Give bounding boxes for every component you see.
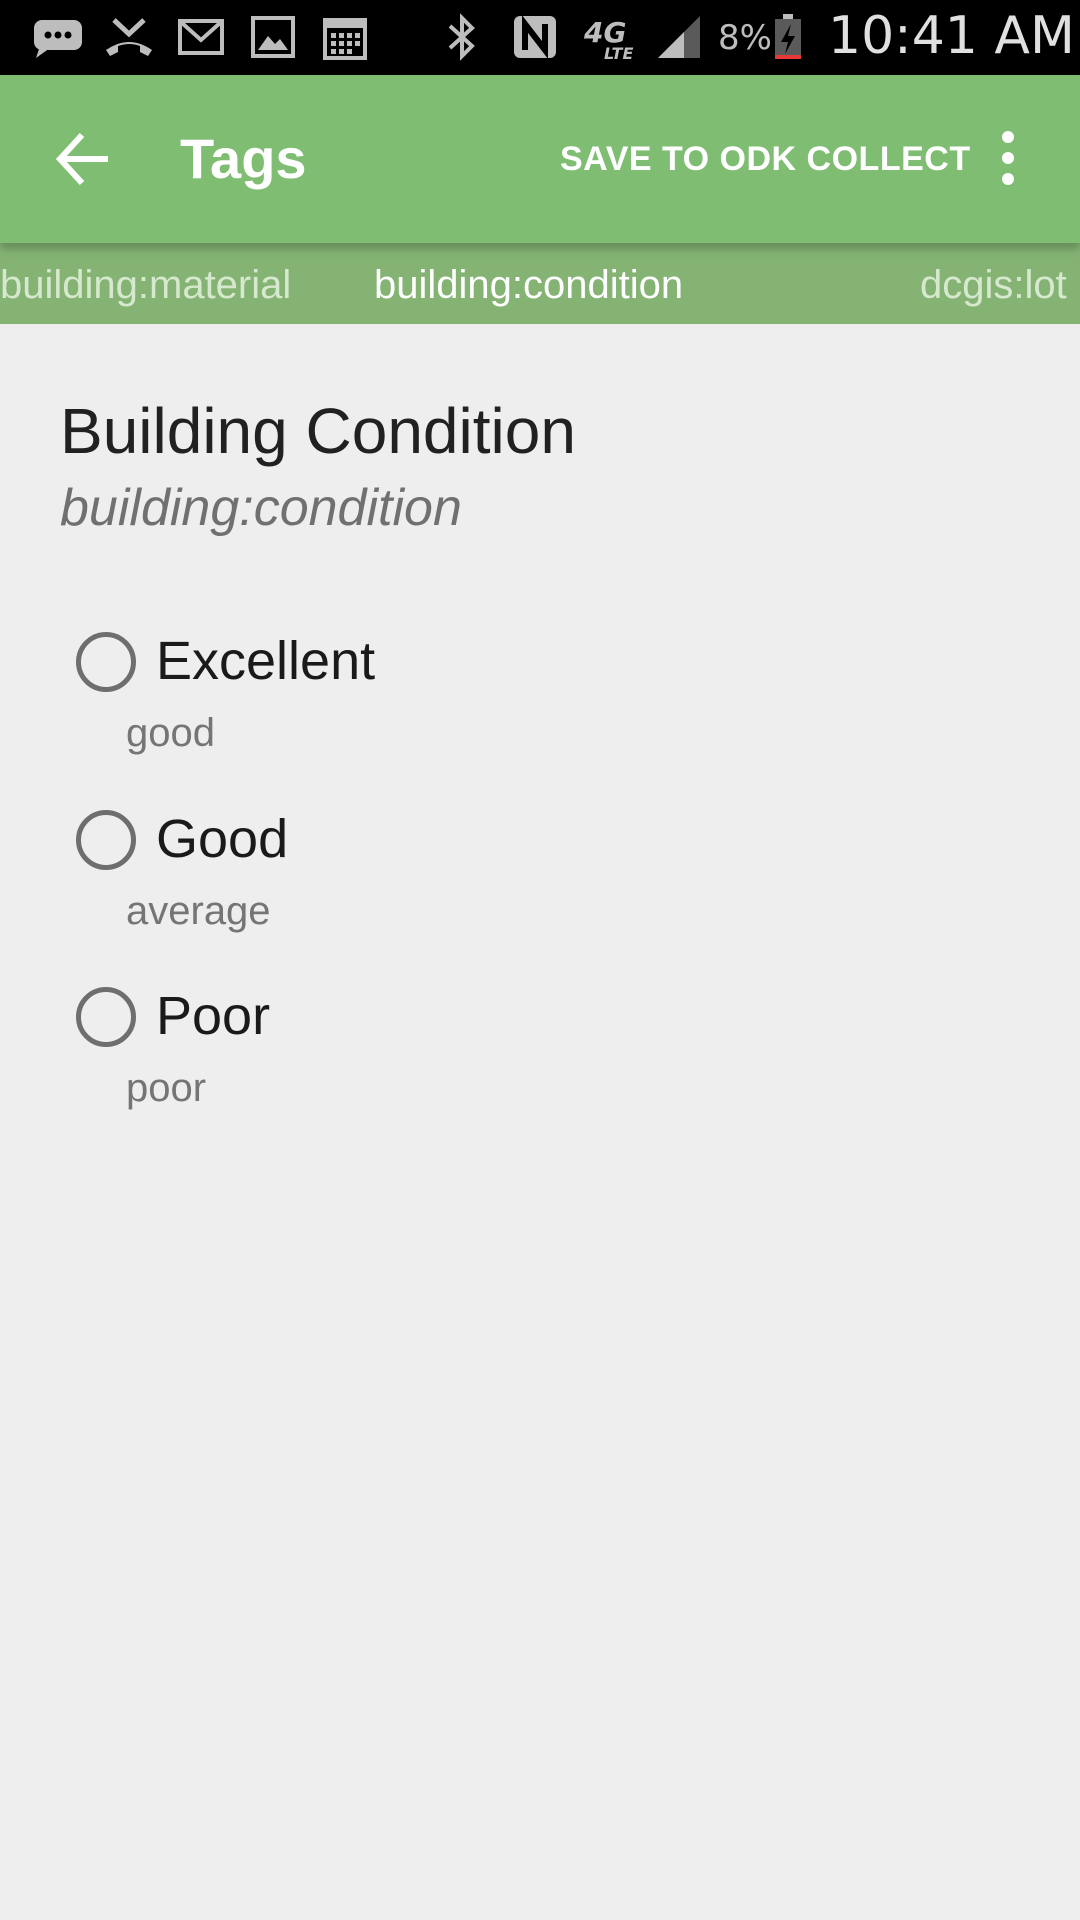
tab-building-condition[interactable]: building:condition: [374, 261, 683, 309]
option-value: good: [126, 711, 215, 755]
option-excellent[interactable]: Excellent good: [76, 626, 976, 796]
option-value: poor: [126, 1066, 207, 1110]
option-poor[interactable]: Poor poor: [76, 981, 976, 1151]
option-value: average: [126, 889, 271, 933]
calendar-icon: [323, 18, 367, 60]
radio-button[interactable]: [76, 632, 136, 692]
tab-dcgis-lot[interactable]: dcgis:lot: [920, 261, 1067, 309]
option-label: Good: [156, 809, 289, 869]
battery-charging-icon: [775, 14, 801, 59]
arrow-back-icon[interactable]: [42, 117, 126, 201]
status-bar: 4G LTE 8% 10:41 AM: [0, 0, 1080, 75]
signal-icon: [658, 16, 700, 58]
radio-button[interactable]: [76, 810, 136, 870]
option-label: Poor: [156, 986, 271, 1046]
option-label: Excellent: [156, 631, 376, 691]
bluetooth-icon: [448, 13, 475, 61]
tab-building-material[interactable]: building:material: [0, 261, 291, 309]
more-vert-icon[interactable]: [985, 125, 1031, 191]
network-4g-lte-icon: 4G LTE: [584, 16, 634, 63]
nfc-icon: [514, 15, 556, 59]
question-title: Building Condition: [60, 395, 576, 467]
save-to-odk-collect-button[interactable]: SAVE TO ODK COLLECT: [560, 135, 971, 183]
messages-icon: [34, 20, 82, 58]
question-key: building:condition: [60, 479, 462, 537]
missed-call-icon: [106, 18, 152, 56]
option-good[interactable]: Good average: [76, 804, 976, 974]
gmail-icon: [178, 19, 224, 55]
status-time: 10:41 AM: [828, 6, 1075, 66]
radio-button[interactable]: [76, 987, 136, 1047]
gallery-icon: [251, 16, 295, 58]
app-bar: Tags SAVE TO ODK COLLECT: [0, 75, 1080, 243]
page-title: Tags: [180, 127, 307, 190]
tag-tabs: building:material building:condition dcg…: [0, 243, 1080, 324]
battery-percent: 8%: [718, 18, 772, 58]
